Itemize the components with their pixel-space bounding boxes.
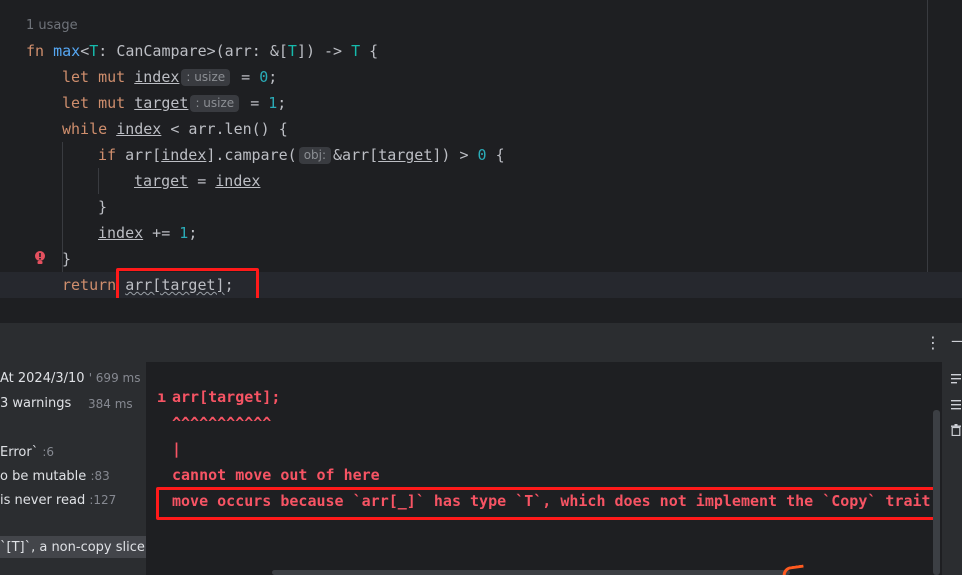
console-horizontal-scrollbar[interactable] [272,570,790,575]
operator: = [188,172,216,190]
tree-row-label: o be mutable [0,469,91,484]
code-line-if[interactable]: if arr[index].campare(obj: &arr[target]) … [98,142,505,168]
tree-row[interactable]: o be mutable :83 [0,465,110,487]
type-inlay-hint: : usize [181,69,231,86]
keyword: if [98,146,126,164]
params-end: ]) -> [296,42,352,60]
code-line-close-while[interactable]: } [62,246,71,272]
method-call: ].campare( [206,146,297,164]
expression: ]) > [432,146,478,164]
number: 0 [259,68,269,86]
variable: index [215,172,261,190]
punct: ; [277,94,287,112]
punct: ; [188,224,198,242]
gutter-mark: ı [157,388,167,406]
console-line: ^^^^^^^^^^^ [172,414,272,432]
tree-row-meta: :83 [90,469,110,483]
variable: index [161,146,207,164]
tree-row-label: `[T]`, a non-copy slice [0,540,145,555]
number: 1 [179,224,189,242]
variable: index [134,68,180,86]
type-param: T [287,42,297,60]
build-tree[interactable]: At 2024/3/10 ' 699 ms 3 warnings 384 ms E… [0,362,147,575]
scroll-to-end-icon[interactable] [951,399,961,411]
error-bulb-icon[interactable] [34,250,46,266]
tree-row-label: 3 warnings [0,396,72,411]
keyword: let mut [62,68,135,86]
editor-bottom-gap [0,298,962,322]
tree-row-meta: :127 [89,493,117,507]
usage-hint[interactable]: 1 usage [26,13,78,39]
console-side-toolbar [942,362,962,575]
highlight-box-error-note [156,487,940,520]
param-inlay-hint: obj: [298,147,332,164]
console-vertical-scrollbar[interactable] [933,410,940,575]
run-toolwindow-header: ⋮ — [0,322,962,362]
tree-row-meta: ' 699 ms [88,371,141,385]
number: 1 [268,94,278,112]
operator: = [232,68,260,86]
build-output-console[interactable]: ı arr[target]; ^^^^^^^^^^^ | cannot move… [147,362,942,575]
keyword: fn [26,42,45,60]
type-param: T [89,42,99,60]
tree-row-label: Error` [0,445,43,460]
tree-row[interactable]: At 2024/3/10 ' 699 ms [0,367,140,389]
indent-guide [98,168,99,194]
keyword: while [62,120,117,138]
params: (arr: &[ [215,42,288,60]
number: 0 [477,146,487,164]
code-line-assign[interactable]: target = index [134,168,260,194]
tree-row[interactable]: is never read :127 [0,489,116,511]
console-line: arr[target]; [172,388,281,406]
punct: : [98,42,117,60]
return-type: T [351,42,361,60]
tree-row-selected[interactable]: `[T]`, a non-copy slice [0,536,146,558]
operator: = [241,94,269,112]
code-line-signature[interactable]: fn max<T: CanCampare>(arr: &[T]) -> T { [26,38,378,64]
tree-row-label: is never read [0,493,90,508]
expression: &arr[ [333,146,379,164]
variable: target [134,94,189,112]
type-inlay-hint: : usize [190,95,240,112]
right-margin-guide [927,0,928,298]
trash-icon[interactable] [951,424,961,436]
highlight-box-return-expr [116,268,259,301]
punct: > [206,42,216,60]
punct: { [486,146,505,164]
variable: target [378,146,433,164]
keyword: let mut [62,94,135,112]
code-line-while[interactable]: while index < arr.len() { [62,116,288,142]
operator: += [143,224,180,242]
code-editor[interactable]: 1 usage fn max<T: CanCampare>(arr: &[T])… [0,0,962,301]
variable: target [134,172,189,190]
tree-row[interactable]: Error` :6 [0,441,54,463]
variable: index [98,224,144,242]
punct: < [80,42,90,60]
code-line-close-if[interactable]: } [98,194,107,220]
trait-name: CanCampare [116,42,207,60]
tree-row-label: At 2024/3/10 [0,371,89,386]
console-line: | [172,440,182,458]
code-line-let-target[interactable]: let mut target: usize = 1; [62,90,286,116]
variable: index [116,120,162,138]
punct: { [360,42,379,60]
expression: < arr.len() { [161,120,288,138]
soft-wrap-icon[interactable] [951,373,961,385]
code-line-increment[interactable]: index += 1; [98,220,197,246]
tree-row-meta: :6 [42,445,55,459]
expression: arr[ [125,146,162,164]
tree-row[interactable]: 3 warnings 384 ms [0,393,133,415]
hide-icon[interactable]: — [951,331,962,350]
code-line-let-index[interactable]: let mut index: usize = 0; [62,64,277,90]
function-name: max [53,42,81,60]
console-line: cannot move out of here [172,466,380,484]
tree-row-meta: 384 ms [88,397,133,411]
more-options-icon[interactable]: ⋮ [925,333,941,352]
punct: ; [268,68,278,86]
